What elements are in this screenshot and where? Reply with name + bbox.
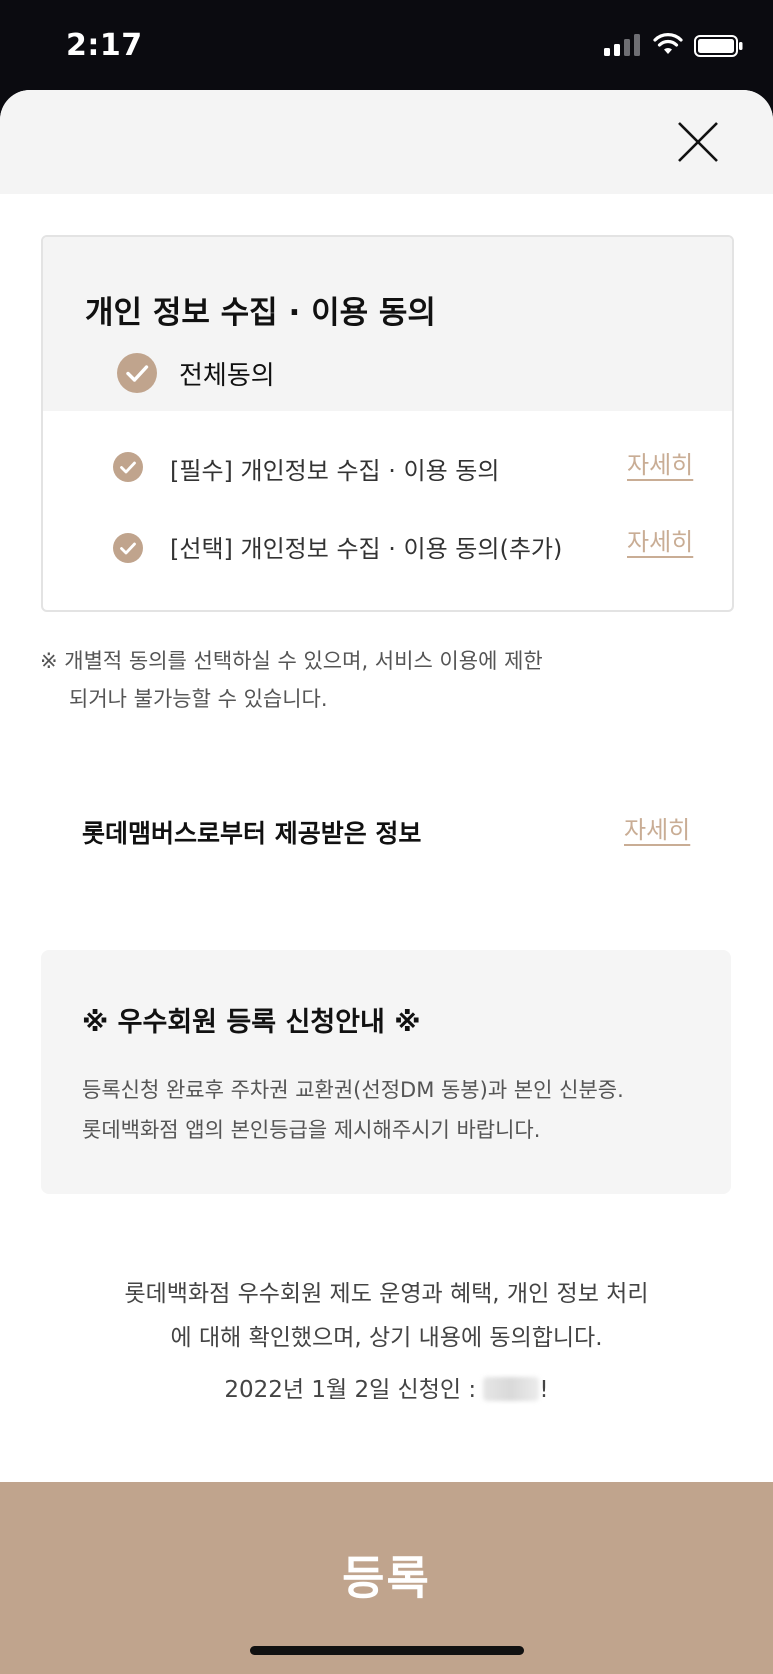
check-icon xyxy=(126,365,149,382)
check-icon xyxy=(120,542,136,555)
member-info-title: 롯데맴버스로부터 제공받은 정보 xyxy=(82,819,422,848)
consent-header: 개인 정보 수집 · 이용 동의 전체동의 xyxy=(43,237,732,411)
consent-title: 개인 정보 수집 · 이용 동의 xyxy=(85,295,436,331)
required-consent-checkbox[interactable] xyxy=(113,452,143,482)
home-indicator[interactable] xyxy=(250,1646,524,1655)
consent-box: 개인 정보 수집 · 이용 동의 전체동의 [필수] 개인정보 수집 · 이용 … xyxy=(41,235,734,612)
notice-line-1: ※ 개별적 동의를 선택하실 수 있으며, 서비스 이용에 제한 xyxy=(40,649,543,673)
guide-text: 등록신청 완료후 주차권 교환권(선정DM 동봉)과 본인 신분증. 롯데백화점… xyxy=(82,1070,624,1150)
required-consent-label[interactable]: [필수] 개인정보 수집 · 이용 동의 xyxy=(170,451,499,486)
applicant-suffix: ! xyxy=(539,1377,549,1403)
confirmation-line-2: 에 대해 확인했으며, 상기 내용에 동의합니다. xyxy=(170,1325,603,1351)
registration-guide-box: ※ 우수회원 등록 신청안내 ※ 등록신청 완료후 주차권 교환권(선정DM 동… xyxy=(41,950,731,1194)
consent-notice: ※ 개별적 동의를 선택하실 수 있으며, 서비스 이용에 제한 되거나 불가능… xyxy=(40,642,660,718)
guide-title: ※ 우수회원 등록 신청안내 ※ xyxy=(82,1007,421,1038)
close-icon[interactable] xyxy=(672,116,724,168)
required-consent-detail-link[interactable]: 자세히 xyxy=(627,445,693,480)
check-icon xyxy=(120,461,136,474)
sheet-header xyxy=(0,90,773,194)
applicant-date: 2022년 1월 2일 신청인 : xyxy=(224,1377,484,1403)
guide-line-1: 등록신청 완료후 주차권 교환권(선정DM 동봉)과 본인 신분증. xyxy=(82,1078,624,1102)
registration-sheet: 개인 정보 수집 · 이용 동의 전체동의 [필수] 개인정보 수집 · 이용 … xyxy=(0,90,773,1674)
register-button-label: 등록 xyxy=(342,1551,431,1605)
confirmation-text: 롯데백화점 우수회원 제도 운영과 혜택, 개인 정보 처리 에 대해 확인했으… xyxy=(0,1272,773,1360)
optional-consent-detail-link[interactable]: 자세히 xyxy=(627,522,693,557)
battery-icon xyxy=(694,35,743,57)
status-time: 2:17 xyxy=(66,28,143,63)
guide-line-2: 롯데백화점 앱의 본인등급을 제시해주시기 바랍니다. xyxy=(82,1118,541,1142)
wifi-icon xyxy=(653,33,683,54)
member-info-detail-link[interactable]: 자세히 xyxy=(624,810,690,845)
notice-line-2: 되거나 불가능할 수 있습니다. xyxy=(69,687,328,711)
confirmation-line-1: 롯데백화점 우수회원 제도 운영과 혜택, 개인 정보 처리 xyxy=(124,1281,649,1307)
applicant-name-redacted xyxy=(483,1377,540,1401)
applicant-line: 2022년 1월 2일 신청인 : ! xyxy=(0,1370,773,1404)
optional-consent-checkbox[interactable] xyxy=(113,533,143,563)
check-all-checkbox[interactable] xyxy=(117,353,157,393)
check-all-label[interactable]: 전체동의 xyxy=(179,355,275,392)
cellular-signal-icon xyxy=(604,34,640,56)
status-bar: 2:17 xyxy=(0,0,773,92)
optional-consent-label[interactable]: [선택] 개인정보 수집 · 이용 동의(추가) xyxy=(170,529,562,564)
